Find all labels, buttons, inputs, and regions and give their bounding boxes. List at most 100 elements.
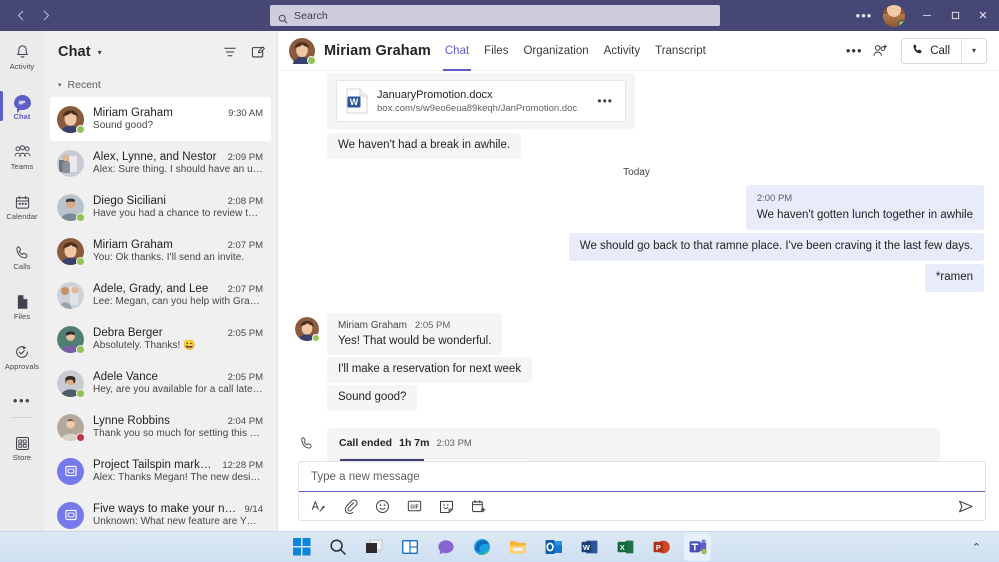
chat-item-preview: You: Ok thanks. I'll send an invite. (93, 252, 263, 263)
message-input[interactable]: Type a new message (299, 462, 985, 492)
chat-list-item[interactable]: Lynne Robbins 2:04 PM Thank you so much … (50, 405, 271, 449)
chat-list-item[interactable]: Debra Berger 2:05 PM Absolutely. Thanks!… (50, 317, 271, 361)
rail-item-teams[interactable]: Teams (0, 135, 44, 179)
presence-available-badge (898, 20, 905, 27)
file-card[interactable]: W JanuaryPromotion.docx box.com/s/w9eo6e… (336, 80, 626, 122)
user-avatar[interactable] (883, 5, 905, 27)
start-windows-icon[interactable] (292, 538, 311, 557)
call-options-chevron-icon[interactable]: ▾ (962, 38, 986, 64)
chat-list-item[interactable]: Diego Siciliani 2:08 PM Have you had a c… (50, 185, 271, 229)
chat-header: Miriam Graham Chat Files Organization Ac… (279, 31, 999, 71)
tab-organization[interactable]: Organization (523, 31, 588, 71)
rail-item-approvals[interactable]: Approvals (0, 335, 44, 379)
rail-label-store: Store (13, 453, 31, 462)
teams-people-icon (14, 144, 31, 161)
rail-item-chat[interactable]: Chat (0, 85, 44, 129)
chat-more-options-button[interactable]: ••• (841, 37, 867, 65)
chat-list-item[interactable]: Project Tailspin marketing review 12:28 … (50, 449, 271, 493)
file-attachment-message: W JanuaryPromotion.docx box.com/s/w9eo6e… (327, 73, 635, 129)
svg-text:P: P (656, 543, 661, 552)
title-bar: Search ••• ─ ✕ (0, 0, 999, 31)
rail-more-apps-button[interactable]: ••• (13, 385, 31, 415)
search-icon (278, 11, 288, 21)
titlebar-more-button[interactable]: ••• (849, 0, 879, 31)
chat-item-preview: Alex: Thanks Megan! The new designs look… (93, 472, 263, 483)
rail-label-teams: Teams (11, 162, 34, 171)
chevron-down-icon[interactable]: ▾ (98, 48, 102, 57)
chat-icon[interactable] (436, 538, 455, 557)
search-icon[interactable] (328, 538, 347, 557)
attach-paperclip-icon[interactable] (342, 498, 358, 514)
message-bubble-incoming: Miriam Graham 2:05 PM Yes! That would be… (327, 313, 502, 355)
send-icon[interactable] (958, 498, 974, 514)
excel-icon[interactable]: X (616, 538, 635, 557)
add-people-icon[interactable] (867, 37, 893, 65)
chat-item-name: Alex, Lynne, and Nestor (93, 151, 222, 163)
chat-item-time: 2:05 PM (228, 328, 263, 339)
teams-icon[interactable] (688, 538, 707, 557)
tab-chat[interactable]: Chat (445, 31, 469, 71)
svg-text:GIF: GIF (410, 505, 418, 511)
avatar (289, 38, 315, 64)
sticker-icon[interactable] (438, 498, 454, 514)
forward-icon[interactable] (38, 7, 54, 25)
chat-list-item[interactable]: Adele Vance 2:05 PM Hey, are you availab… (50, 361, 271, 405)
schedule-meeting-icon[interactable] (470, 498, 486, 514)
edge-browser-icon[interactable] (472, 538, 491, 557)
chat-item-preview: Have you had a chance to review the prop… (93, 208, 263, 219)
chat-item-name: Miriam Graham (93, 107, 222, 119)
file-explorer-icon[interactable] (508, 538, 527, 557)
task-view-icon[interactable] (364, 538, 383, 557)
message-text: We haven't gotten lunch together in awhi… (757, 209, 973, 221)
chat-list-section-recent[interactable]: ▾ Recent (44, 73, 277, 97)
new-chat-icon[interactable] (250, 45, 265, 60)
rail-item-activity[interactable]: Activity (0, 35, 44, 79)
chat-item-preview: Alex: Sure thing. I should have an updat… (93, 164, 263, 175)
filter-icon[interactable] (222, 45, 237, 60)
minimize-button[interactable]: ─ (913, 0, 941, 31)
maximize-button[interactable] (941, 0, 969, 31)
gif-icon[interactable]: GIF (406, 498, 422, 514)
back-icon[interactable] (12, 7, 28, 25)
outlook-icon[interactable] (544, 538, 563, 557)
call-time: 2:03 PM (436, 438, 471, 449)
avatar (57, 370, 84, 397)
avatar (57, 150, 84, 177)
message-bubble-outgoing: 2:00 PM We haven't gotten lunch together… (746, 185, 984, 230)
chat-list-item[interactable]: Adele, Grady, and Lee 2:07 PM Lee: Megan… (50, 273, 271, 317)
call-duration: 1h 7m (399, 437, 429, 449)
day-divider: Today (287, 167, 986, 178)
chat-item-time: 2:07 PM (228, 284, 263, 295)
search-input[interactable]: Search (270, 5, 720, 26)
message-time: 2:05 PM (415, 318, 450, 333)
chat-list-item[interactable]: Alex, Lynne, and Nestor 2:09 PM Alex: Su… (50, 141, 271, 185)
avatar (57, 238, 84, 265)
chat-list-item[interactable]: Miriam Graham 9:30 AM Sound good? (50, 97, 271, 141)
chat-item-preview: Absolutely. Thanks! 😀 (93, 340, 263, 351)
chat-item-time: 12:28 PM (222, 460, 263, 471)
file-more-options-button[interactable]: ••• (593, 94, 617, 108)
chat-item-time: 9:30 AM (228, 108, 263, 119)
chat-item-name: Project Tailspin marketing review (93, 459, 216, 471)
word-icon[interactable]: W (580, 538, 599, 557)
close-button[interactable]: ✕ (969, 0, 997, 31)
show-hidden-icons-chevron[interactable]: ⌃ (972, 541, 981, 554)
meeting-icon (57, 458, 84, 485)
rail-item-calls[interactable]: Calls (0, 235, 44, 279)
chat-tabs: Chat Files Organization Activity Transcr… (445, 31, 706, 71)
powerpoint-icon[interactable]: P (652, 538, 671, 557)
chat-item-time: 9/14 (245, 504, 264, 515)
chat-list-item[interactable]: Miriam Graham 2:07 PM You: Ok thanks. I'… (50, 229, 271, 273)
call-button[interactable]: Call ▾ (901, 38, 987, 64)
tab-transcript[interactable]: Transcript (655, 31, 706, 71)
format-text-icon[interactable] (310, 498, 326, 514)
tab-files[interactable]: Files (484, 31, 508, 71)
emoji-icon[interactable] (374, 498, 390, 514)
call-ended-label: Call ended (339, 437, 392, 449)
rail-item-store[interactable]: Store (0, 426, 44, 470)
tab-activity[interactable]: Activity (604, 31, 640, 71)
rail-item-calendar[interactable]: Calendar (0, 185, 44, 229)
widgets-icon[interactable] (400, 538, 419, 557)
message-bubble-incoming: We haven't had a break in awhile. (327, 133, 521, 159)
rail-item-files[interactable]: Files (0, 285, 44, 329)
